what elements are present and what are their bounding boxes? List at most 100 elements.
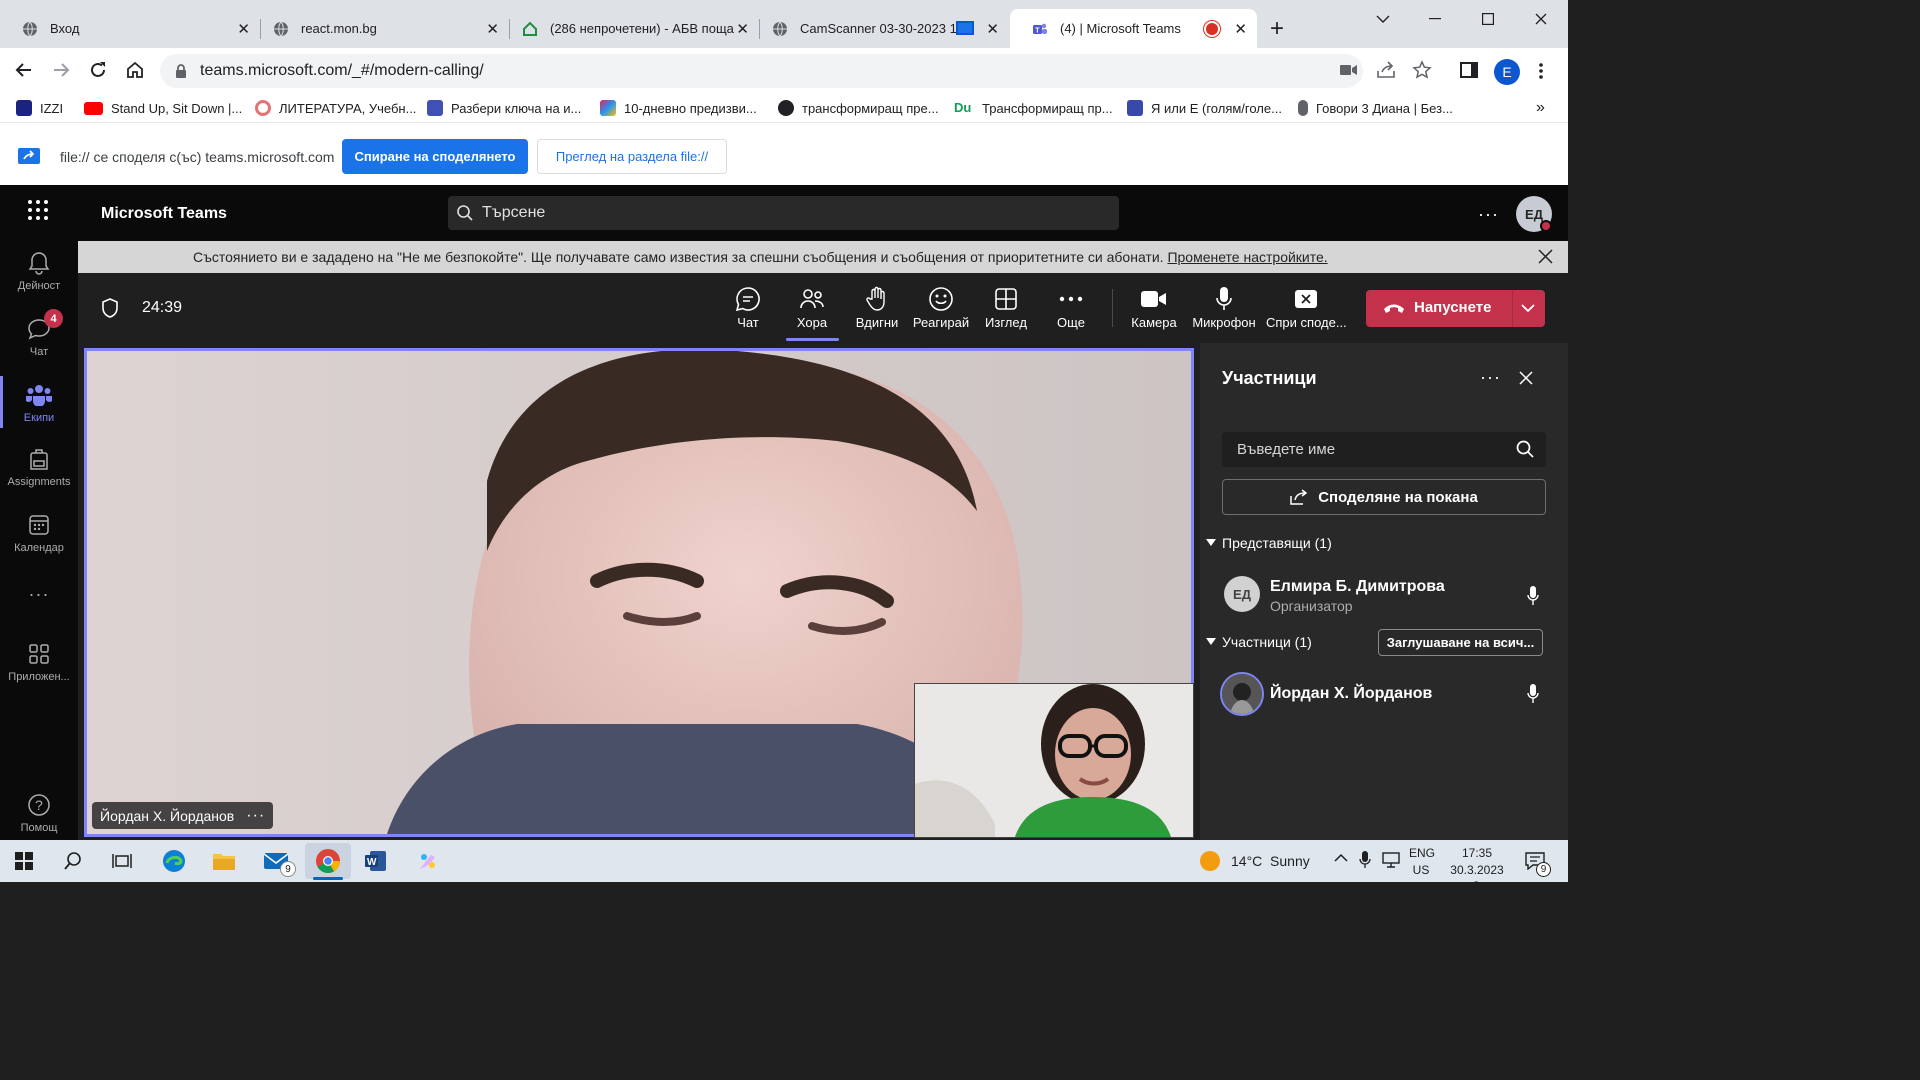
change-settings-link[interactable]: Променете настройките.	[1167, 249, 1327, 265]
shield-icon[interactable]	[101, 298, 119, 318]
participant-row[interactable]: Йордан Х. Йорданов	[1218, 671, 1546, 717]
call-people-button[interactable]: Хора	[780, 286, 844, 336]
browser-tab-camscanner[interactable]: CamScanner 03-30-2023 1 ✕	[750, 9, 1009, 48]
bookmark-govori[interactable]: Говори 3 Диана | Без...	[1298, 97, 1453, 119]
tray-chevron-up-icon[interactable]	[1334, 853, 1348, 863]
sun-weather-icon[interactable]	[1200, 851, 1220, 871]
bookmark-literatura[interactable]: ЛИТЕРАТУРА, Учебн...	[255, 97, 416, 119]
lock-icon[interactable]	[175, 63, 187, 79]
minimize-window-icon[interactable]	[1412, 8, 1458, 30]
close-banner-icon[interactable]	[1538, 249, 1553, 264]
microphone-button[interactable]: Микрофон	[1192, 286, 1256, 336]
close-window-icon[interactable]	[1518, 8, 1564, 30]
more-apps-icon[interactable]: ···	[0, 584, 78, 605]
rail-item-apps[interactable]: Приложен...	[0, 641, 78, 705]
chevron-down-icon[interactable]	[1520, 302, 1536, 314]
self-view-video[interactable]	[914, 683, 1194, 838]
raise-hand-icon	[845, 286, 909, 312]
close-panel-icon[interactable]	[1519, 371, 1533, 385]
participant-more-icon[interactable]: ···	[246, 807, 265, 825]
app-launcher-icon[interactable]	[27, 199, 49, 221]
teams-search-input[interactable]	[448, 196, 1119, 230]
settings-more-icon[interactable]: ···	[1478, 204, 1499, 225]
bookmark-label: Говори 3 Диана | Без...	[1316, 100, 1453, 116]
browser-tab-login[interactable]: Вход ✕	[0, 9, 260, 48]
network-icon[interactable]	[1382, 852, 1400, 868]
puzzle-icon	[600, 100, 616, 116]
stop-sharing-button[interactable]: Спиране на споделянето	[342, 139, 528, 174]
weather-text[interactable]: 14°C Sunny	[1231, 853, 1310, 869]
close-tab-icon[interactable]: ✕	[986, 20, 999, 38]
participant-row[interactable]: ЕД Елмира Б. Димитрова Организатор	[1222, 574, 1546, 618]
react-button[interactable]: Реагирай	[909, 286, 973, 336]
browser-tab-abv-mail[interactable]: (286 непрочетени) - АБВ поща ✕	[500, 9, 759, 48]
share-invite-button[interactable]: Споделяне на покана	[1222, 479, 1546, 515]
browser-tab-teams[interactable]: T (4) | Microsoft Teams ✕	[1010, 9, 1257, 48]
control-label: Микрофон	[1192, 315, 1256, 330]
more-actions-button[interactable]: Още	[1039, 286, 1103, 336]
taskbar-search-icon[interactable]	[53, 843, 93, 879]
bookmark-youtube[interactable]: Stand Up, Sit Down |...	[84, 97, 242, 119]
forward-arrow-icon[interactable]	[51, 60, 71, 80]
close-tab-icon[interactable]: ✕	[736, 20, 749, 38]
bookmark-ya-ili-e[interactable]: Я или Е (голям/голе...	[1127, 97, 1282, 119]
close-tab-icon[interactable]: ✕	[237, 20, 250, 38]
rail-item-assignments[interactable]: Assignments	[0, 446, 78, 510]
clock[interactable]: 17:35 30.3.2023 г.	[1446, 846, 1508, 891]
bookmark-razberi[interactable]: Разбери ключа на и...	[427, 97, 581, 119]
leave-call-button[interactable]: Напуснете	[1366, 290, 1545, 327]
home-icon[interactable]	[125, 60, 145, 80]
bookmark-transform-1[interactable]: трансформиращ пре...	[778, 97, 939, 119]
rail-item-activity[interactable]: Дейност	[0, 250, 78, 314]
microphone-tray-icon[interactable]	[1359, 851, 1371, 869]
call-chat-button[interactable]: Чат	[716, 286, 780, 336]
presenters-section-header[interactable]: Представящи (1)	[1206, 535, 1332, 551]
raise-hand-button[interactable]: Вдигни	[845, 286, 909, 336]
language-indicator[interactable]: ENG US	[1409, 846, 1435, 877]
edge-browser-icon[interactable]	[154, 843, 194, 879]
panel-more-icon[interactable]: ···	[1480, 367, 1501, 388]
chrome-browser-icon[interactable]	[305, 843, 351, 879]
search-icon[interactable]	[1516, 440, 1534, 458]
close-tab-icon[interactable]: ✕	[1234, 20, 1247, 38]
side-panel-icon[interactable]	[1460, 62, 1478, 78]
bookmark-10-day[interactable]: 10-дневно предизви...	[600, 97, 757, 119]
back-arrow-icon[interactable]	[14, 60, 34, 80]
attendees-header: Участници (1)	[1222, 634, 1312, 650]
reload-icon[interactable]	[88, 60, 108, 80]
browser-tab-react-mon[interactable]: react.mon.bg ✕	[251, 9, 509, 48]
attendees-section-header[interactable]: Участници (1)	[1206, 634, 1312, 650]
bookmark-star-icon[interactable]	[1412, 60, 1432, 80]
more-bookmarks-chevron-icon[interactable]: »	[1536, 97, 1545, 119]
view-button[interactable]: Изглед	[974, 286, 1038, 336]
bookmark-izzi[interactable]: IZZI	[16, 97, 63, 119]
participant-name-tag[interactable]: Йордан Х. Йорданов ···	[92, 802, 274, 829]
new-tab-button[interactable]: +	[1270, 17, 1284, 41]
stop-sharing-call-button[interactable]: Спри споде...	[1266, 286, 1347, 336]
rail-item-calendar[interactable]: Календар	[0, 512, 78, 576]
share-page-icon[interactable]	[1376, 61, 1396, 79]
view-shared-tab-button[interactable]: Преглед на раздела file://	[537, 139, 727, 174]
mic-icon	[1527, 684, 1539, 704]
maximize-window-icon[interactable]	[1465, 8, 1511, 30]
camera-button[interactable]: Камера	[1122, 286, 1186, 336]
close-tab-icon[interactable]: ✕	[486, 20, 499, 38]
rail-label: Assignments	[7, 476, 71, 488]
mute-all-button[interactable]: Заглушаване на всич...	[1378, 629, 1543, 656]
camera-in-use-icon[interactable]	[1340, 63, 1358, 77]
browser-menu-icon[interactable]	[1538, 62, 1544, 80]
bookmark-transform-2[interactable]: Du Трансформиращ пр...	[954, 97, 1113, 119]
control-label: Чат	[737, 315, 759, 330]
caret-down-icon	[1206, 638, 1216, 646]
control-label: Реагирай	[912, 315, 970, 330]
word-icon[interactable]: W	[356, 843, 396, 879]
profile-avatar[interactable]: E	[1494, 59, 1520, 85]
paint-icon[interactable]	[408, 843, 448, 879]
panel-title: Участници	[1222, 368, 1317, 388]
file-explorer-icon[interactable]	[204, 843, 244, 879]
windows-start-icon[interactable]	[4, 843, 44, 879]
tab-search-chevron-icon[interactable]	[1360, 8, 1406, 30]
rail-item-chat[interactable]: Чат	[0, 316, 78, 380]
rail-item-teams[interactable]: Екипи	[0, 382, 78, 446]
task-view-icon[interactable]	[102, 843, 142, 879]
